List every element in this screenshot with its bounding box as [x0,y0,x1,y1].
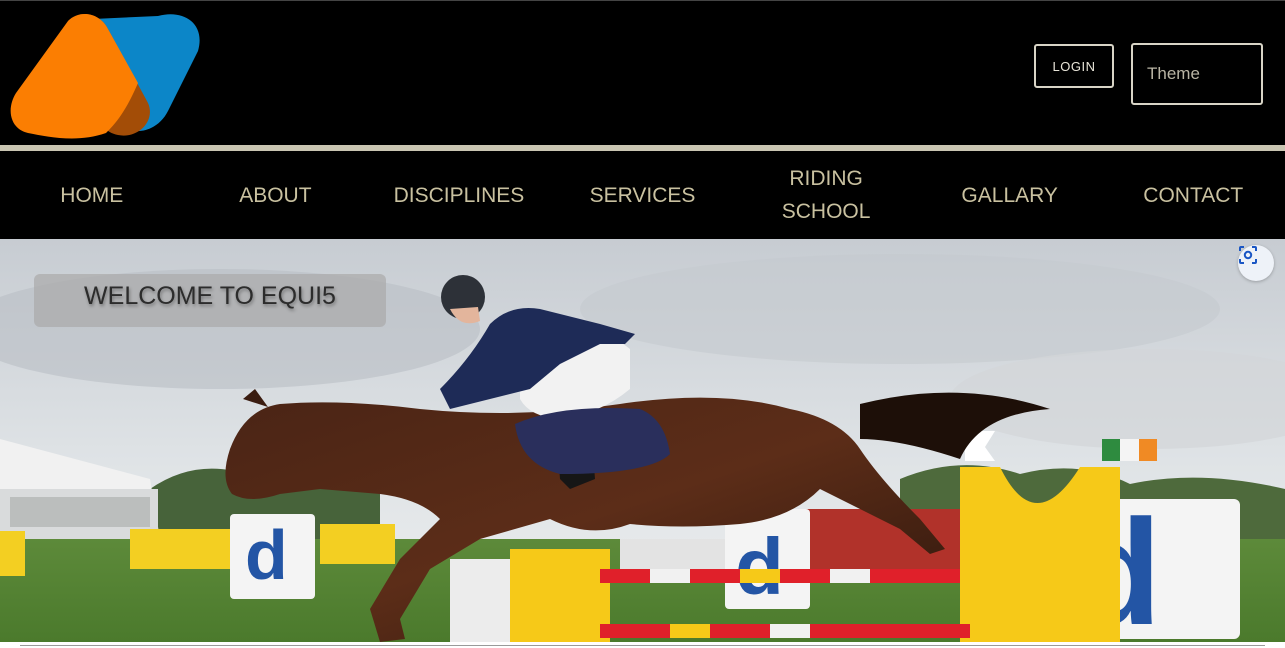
nav-item-gallary[interactable]: GALLARY [918,151,1102,239]
site-header: LOGIN Theme [0,0,1285,145]
nav-item-home[interactable]: HOME [0,151,184,239]
nav-label: CONTACT [1143,183,1244,207]
nav-item-riding-school[interactable]: RIDING SCHOOL [734,151,918,239]
main-nav: HOME ABOUT DISCIPLINES SERVICES RIDING S… [0,151,1285,239]
nav-item-services[interactable]: SERVICES [551,151,735,239]
welcome-banner: WELCOME TO EQUI5 [34,274,386,327]
nav-label: HOME [60,183,124,207]
theme-select[interactable]: Theme [1131,43,1263,105]
page-bottom-edge [0,642,1285,648]
nav-label: RIDING SCHOOL [781,167,871,223]
visual-search-icon[interactable] [1238,245,1274,281]
login-button[interactable]: LOGIN [1034,44,1114,88]
nav-label: GALLARY [961,183,1058,207]
nav-item-about[interactable]: ABOUT [184,151,368,239]
nav-label: ABOUT [239,183,312,207]
logo-icon[interactable] [8,11,206,141]
nav-item-contact[interactable]: CONTACT [1101,151,1285,239]
svg-text:d: d [735,522,784,611]
nav-label: DISCIPLINES [393,183,525,207]
nav-label: SERVICES [589,183,696,207]
nav-item-disciplines[interactable]: DISCIPLINES [367,151,551,239]
svg-text:d: d [245,516,288,594]
hero-banner: d d d WELCOME TO EQUI5 [0,239,1285,642]
